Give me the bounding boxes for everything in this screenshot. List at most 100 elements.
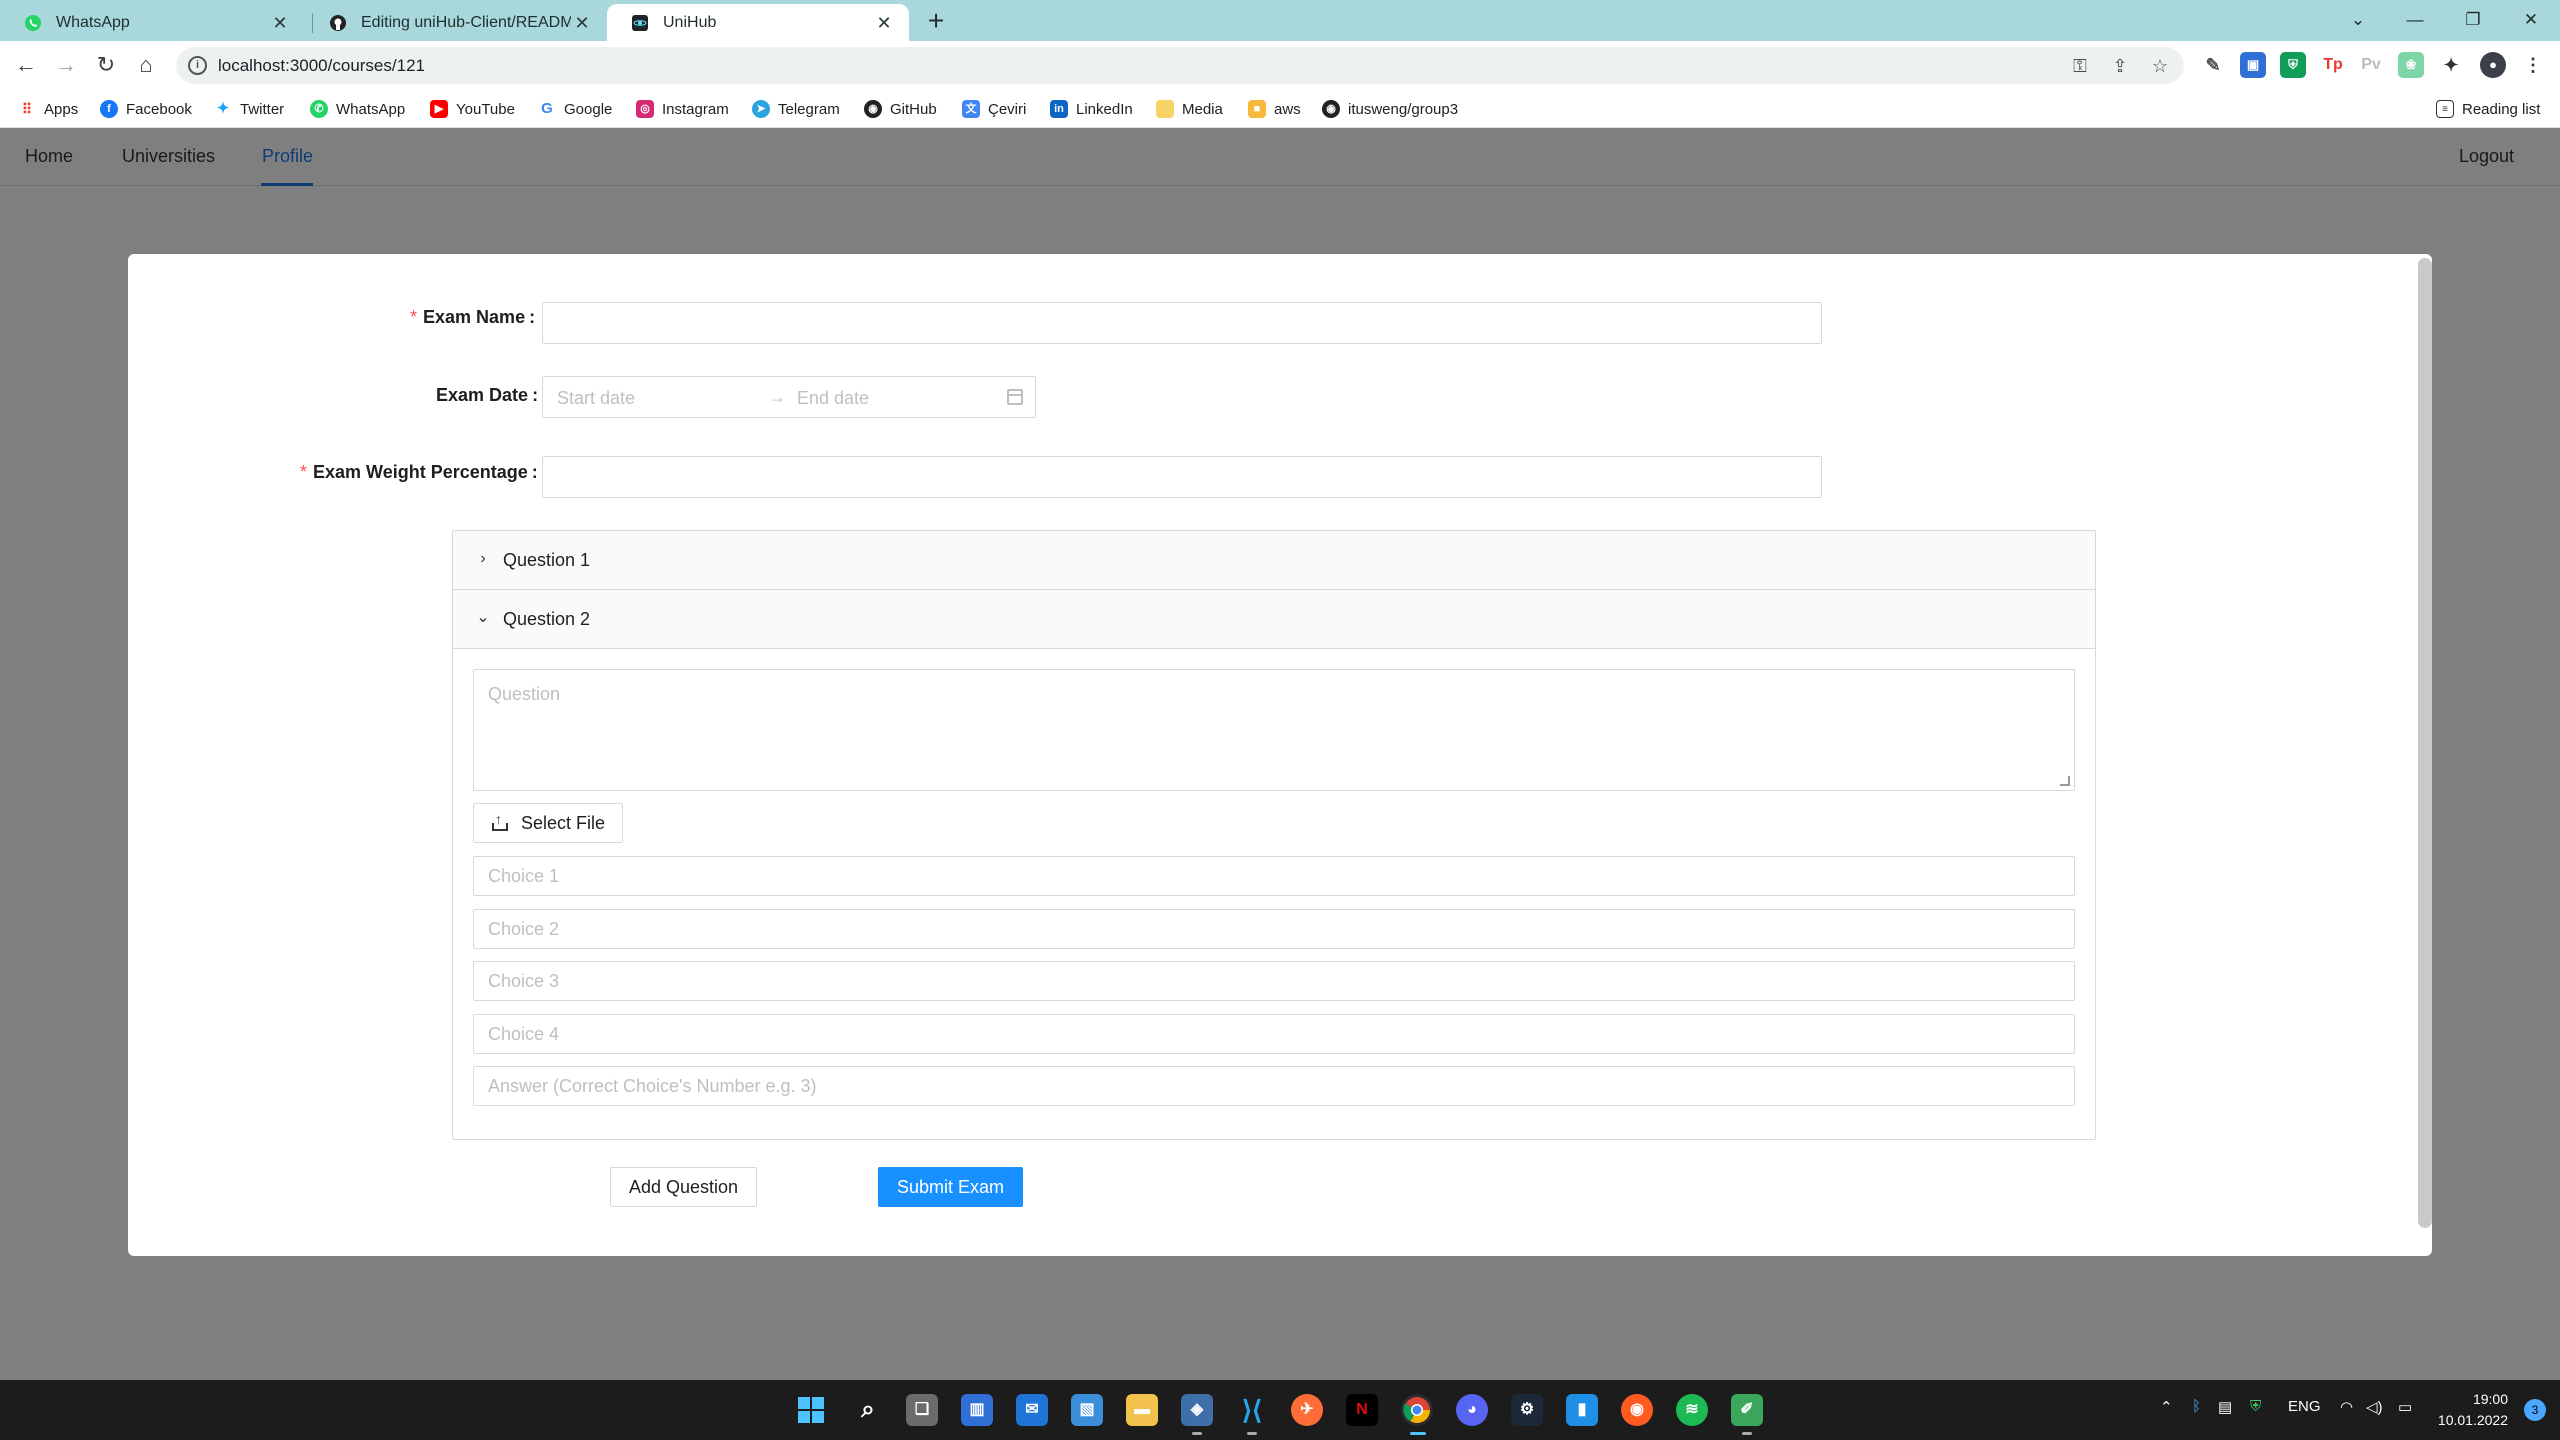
bookmark-star-icon[interactable]: ☆	[2148, 54, 2172, 78]
bookmark-label: GitHub	[890, 100, 937, 118]
file-explorer-icon[interactable]: ▬	[1126, 1394, 1158, 1426]
bookmark-facebook[interactable]: f Facebook	[100, 99, 192, 119]
chevron-right-icon: ›	[480, 550, 486, 567]
shield-extension-icon[interactable]: ⛨	[2280, 52, 2306, 78]
question-2-header[interactable]: ⌄ Question 2	[453, 590, 2095, 649]
leaf-extension-icon[interactable]: ❀	[2398, 52, 2424, 78]
exam-weight-input[interactable]	[542, 456, 1822, 498]
extensions-puzzle-icon[interactable]: ✦	[2438, 52, 2464, 78]
choice-3-input[interactable]	[473, 961, 2075, 1001]
nav-home[interactable]: Home	[25, 146, 73, 167]
new-tab-button[interactable]: +	[922, 7, 950, 36]
address-bar[interactable]: i localhost:3000/courses/121 ⚿ ⇪ ☆	[176, 47, 2184, 84]
reload-icon[interactable]: ↻	[90, 49, 122, 81]
terminal-app-icon[interactable]: ◈	[1181, 1394, 1213, 1426]
minimize-icon[interactable]: —	[2387, 4, 2443, 36]
browser-menu-icon[interactable]: ⋮	[2520, 52, 2546, 78]
site-info-icon[interactable]: i	[188, 56, 207, 75]
wifi-icon[interactable]: ◠	[2340, 1398, 2353, 1416]
exam-date-range-picker[interactable]: Start date → End date	[542, 376, 1036, 418]
bookmark-apps[interactable]: ⠿ Apps	[18, 99, 78, 119]
nav-universities[interactable]: Universities	[122, 146, 215, 167]
reading-list[interactable]: ≡ Reading list	[2436, 99, 2540, 119]
bookmark-itusweng-group3[interactable]: ◉ itusweng/group3	[1322, 99, 1458, 119]
vscode-icon[interactable]: ⟩⟨	[1236, 1394, 1268, 1426]
bookmark-whatsapp[interactable]: ✆ WhatsApp	[310, 99, 405, 119]
tab-whatsapp[interactable]: WhatsApp ✕	[0, 4, 305, 41]
netflix-icon[interactable]: N	[1346, 1394, 1378, 1426]
url-text: localhost:3000/courses/121	[218, 56, 425, 75]
resize-grip-icon[interactable]	[2060, 776, 2070, 786]
restore-icon[interactable]: ❐	[2445, 4, 2501, 36]
nav-logout[interactable]: Logout	[2459, 146, 2514, 167]
end-date-input[interactable]: End date	[797, 388, 869, 409]
widgets-icon[interactable]: ▥	[961, 1394, 993, 1426]
input-language[interactable]: ENG	[2288, 1398, 2321, 1415]
share-icon[interactable]: ⇪	[2108, 54, 2132, 78]
add-question-button[interactable]: Add Question	[610, 1167, 757, 1207]
close-window-icon[interactable]: ✕	[2503, 4, 2559, 36]
tab-search-chevron-icon[interactable]: ⌄	[2330, 4, 2386, 36]
spotify-icon[interactable]: ≋	[1676, 1394, 1708, 1426]
notification-badge[interactable]: 3	[2524, 1399, 2546, 1421]
origin-icon[interactable]: ◉	[1621, 1394, 1653, 1426]
paint-app-icon[interactable]: ✐	[1731, 1394, 1763, 1426]
discord-icon[interactable]: ◕	[1456, 1394, 1488, 1426]
defender-shield-icon[interactable]: ⛨	[2250, 1398, 2261, 1415]
task-view-icon[interactable]: ❏	[906, 1394, 938, 1426]
bookmark-media[interactable]: Media	[1156, 99, 1223, 119]
steam-icon[interactable]: ⚙	[1511, 1394, 1543, 1426]
bookmark-linkedin[interactable]: in LinkedIn	[1050, 99, 1133, 119]
select-file-button[interactable]: Select File	[473, 803, 623, 843]
mail-icon[interactable]: ✉	[1016, 1394, 1048, 1426]
exam-weight-label: * Exam Weight Percentage:	[300, 462, 538, 483]
home-icon[interactable]: ⌂	[130, 49, 162, 81]
question-textarea[interactable]	[473, 669, 2075, 791]
bookmark-label: Media	[1182, 100, 1223, 118]
notepad-icon[interactable]: ▮	[1566, 1394, 1598, 1426]
eyedropper-extension-icon[interactable]: ✎	[2200, 52, 2226, 78]
system-clock[interactable]: 19:00 10.01.2022	[2438, 1389, 2508, 1431]
windows-start-icon[interactable]	[795, 1394, 827, 1426]
chrome-icon[interactable]	[1401, 1394, 1433, 1426]
answer-input[interactable]	[473, 1066, 2075, 1106]
close-tab-icon[interactable]: ✕	[571, 12, 593, 34]
bookmark-telegram[interactable]: ➤ Telegram	[752, 99, 840, 119]
screen-capture-extension-icon[interactable]: ▣	[2240, 52, 2266, 78]
bookmark-aws[interactable]: ■ aws	[1248, 99, 1301, 119]
bookmark-google[interactable]: G Google	[538, 99, 612, 119]
bookmark-ceviri[interactable]: 文 Çeviri	[962, 99, 1026, 119]
bookmark-youtube[interactable]: ▶ YouTube	[430, 99, 515, 119]
postman-icon[interactable]: ✈	[1291, 1394, 1323, 1426]
nav-profile[interactable]: Profile	[262, 146, 313, 167]
choice-1-input[interactable]	[473, 856, 2075, 896]
close-tab-icon[interactable]: ✕	[269, 12, 291, 34]
volume-icon[interactable]: ◁)	[2366, 1398, 2383, 1416]
bluetooth-icon[interactable]: ᛒ	[2192, 1398, 2201, 1415]
choice-2-input[interactable]	[473, 909, 2075, 949]
exam-name-input[interactable]	[542, 302, 1822, 344]
tab-github-editing[interactable]: Editing uniHub-Client/README.m ✕	[305, 4, 607, 41]
bookmark-twitter[interactable]: ✦ Twitter	[214, 99, 284, 119]
close-tab-icon[interactable]: ✕	[873, 12, 895, 34]
pv-extension-icon[interactable]: Pv	[2358, 52, 2384, 78]
bookmark-github[interactable]: ◉ GitHub	[864, 99, 937, 119]
tray-overflow-chevron-icon[interactable]: ⌃	[2160, 1398, 2173, 1416]
battery-icon[interactable]: ▭	[2398, 1398, 2412, 1416]
key-icon[interactable]: ⚿	[2068, 54, 2092, 78]
tp-extension-icon[interactable]: Tp	[2320, 52, 2346, 78]
search-icon[interactable]: ⌕	[852, 1394, 884, 1426]
tray-app-icon[interactable]: ▤	[2218, 1398, 2232, 1416]
choice-4-input[interactable]	[473, 1014, 2075, 1054]
forward-arrow-icon[interactable]: →	[50, 49, 82, 81]
question-1-header[interactable]: › Question 1	[453, 531, 2095, 590]
modal-scrollbar[interactable]	[2418, 258, 2432, 1228]
profile-avatar[interactable]: ●	[2480, 52, 2506, 78]
back-arrow-icon[interactable]: ←	[10, 49, 42, 81]
submit-exam-button[interactable]: Submit Exam	[878, 1167, 1023, 1207]
tab-unihub[interactable]: UniHub ✕	[607, 4, 909, 41]
browser-toolbar: ← → ↻ ⌂ i localhost:3000/courses/121 ⚿ ⇪…	[0, 41, 2560, 90]
start-date-input[interactable]: Start date	[557, 388, 635, 409]
bookmark-instagram[interactable]: ◎ Instagram	[636, 99, 729, 119]
photos-icon[interactable]: ▧	[1071, 1394, 1103, 1426]
